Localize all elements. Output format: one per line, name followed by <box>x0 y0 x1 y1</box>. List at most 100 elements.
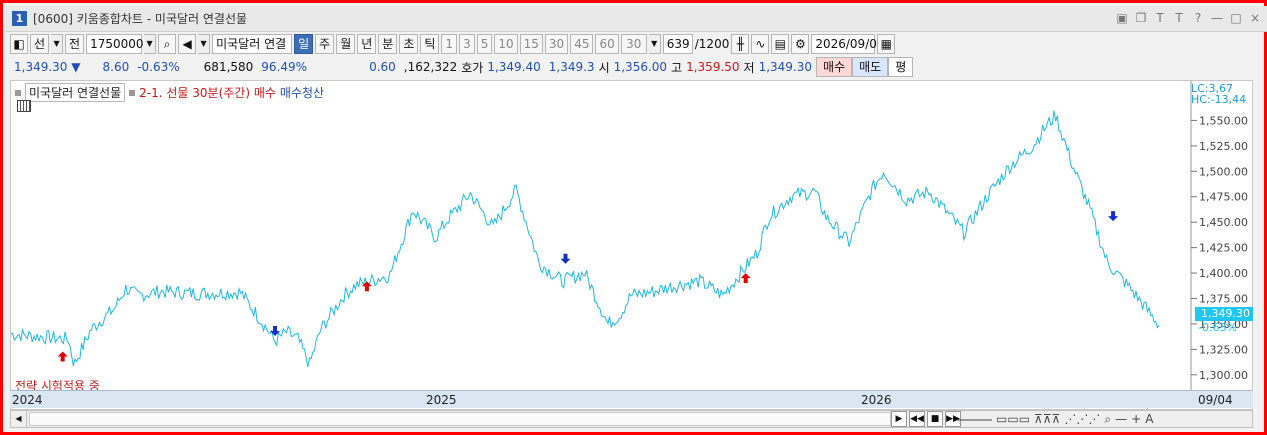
legend-strategy[interactable]: 2-1. 선물 30분(주간) 매수 <box>139 84 276 101</box>
price-line <box>11 110 1160 368</box>
candle-icon[interactable]: ╫ <box>731 34 750 54</box>
down-arrow-icon: ▼ <box>71 60 81 74</box>
gear-icon[interactable]: ⚙ <box>791 34 810 54</box>
low-price: 1,349.30 <box>758 60 813 74</box>
pin-icon[interactable]: T <box>1152 10 1168 26</box>
spread-value: 0.60 <box>369 60 396 74</box>
buy-signal-arrow <box>740 273 751 284</box>
buy-button[interactable]: 매수 <box>816 57 853 77</box>
calendar-icon[interactable]: ▦ <box>877 34 896 54</box>
copy-window-icon[interactable]: ❐ <box>1133 10 1149 26</box>
legend-signal[interactable]: 매수청산 <box>280 84 324 101</box>
product-name-field[interactable]: 미국달러 연결 <box>212 34 293 54</box>
bars-input[interactable]: 639 <box>662 34 693 54</box>
zoom-plus-button[interactable]: + <box>1131 412 1141 427</box>
y-tick-label: 1,425.00 <box>1199 242 1248 255</box>
hc-value: HC:-13,44 <box>1191 93 1247 106</box>
y-tick-label: 1,450.00 <box>1199 216 1248 229</box>
sell-signal-arrow <box>1108 211 1119 222</box>
price-chart[interactable]: 1,300.00 1,325.00 1,350.00 1,375.00 1,400.00… <box>10 80 1253 410</box>
jeon-button[interactable]: 전 <box>65 34 85 54</box>
help-icon[interactable]: ? <box>1190 10 1206 26</box>
open-label: 시 <box>598 60 610 75</box>
interval-15[interactable]: 15 <box>519 34 543 54</box>
chevron-down-icon[interactable]: ▼ <box>51 34 64 54</box>
interval-45[interactable]: 45 <box>570 34 594 54</box>
line-tools-icon[interactable]: ⋰⋰⋰ <box>1064 412 1100 427</box>
layout-icon[interactable]: ▣ <box>1114 10 1130 26</box>
close-icon[interactable]: × <box>1247 10 1263 26</box>
volume: 681,580 <box>203 60 254 74</box>
tab-week[interactable]: 주 <box>315 34 335 54</box>
price-chart-svg: 1,300.001,325.001,350.001,375.001,400.00… <box>11 81 1248 391</box>
zoom-in-icon[interactable]: ⌕ <box>1104 412 1111 427</box>
calculator-icon[interactable] <box>17 100 31 112</box>
chevron-down-icon[interactable]: ▼ <box>198 34 211 54</box>
tab-month[interactable]: 월 <box>336 34 356 54</box>
legend-square-icon <box>129 89 136 96</box>
rewind-icon[interactable]: ◀◀ <box>909 411 925 427</box>
code-input[interactable]: 17500000 <box>86 34 151 54</box>
scroll-thumb[interactable] <box>29 412 891 426</box>
high-label: 고 <box>671 60 683 75</box>
maximize-icon[interactable]: □ <box>1228 10 1244 26</box>
search-icon[interactable]: ⌕ <box>158 34 177 54</box>
layout-tools-icon[interactable]: ▭▭▭ <box>996 412 1030 427</box>
interval-10[interactable]: 10 <box>494 34 518 54</box>
font-icon[interactable]: T <box>1171 10 1187 26</box>
current-price: 1,349.30 ▼ <box>14 60 81 74</box>
buy-signal-arrow <box>361 281 372 292</box>
tab-tick[interactable]: 틱 <box>420 34 440 54</box>
hoga-label: 호가 <box>461 60 484 75</box>
minimize-icon[interactable]: — <box>1209 10 1225 26</box>
save-icon[interactable]: ▤ <box>771 34 790 54</box>
chart-settings-icon[interactable]: ◧ <box>10 34 28 54</box>
date-label-2025: 2025 <box>426 393 457 407</box>
y-tick-label: 1,475.00 <box>1199 191 1248 204</box>
hoga-bid: 1,349.3 <box>548 60 595 74</box>
high-price: 1,359.50 <box>686 60 740 74</box>
sell-signal-arrow <box>560 253 571 264</box>
bars-total: /1200 <box>694 37 730 51</box>
chart-toolbar: ◧ 선 ▼ 전 17500000 ▼ ⌕ ◀ ▼ 미국달러 연결 일 주 월 년 분 … <box>10 33 896 55</box>
play-icon[interactable]: ▶ <box>891 411 907 427</box>
count-input[interactable]: 30 <box>620 34 647 54</box>
interval-3[interactable]: 3 <box>459 34 475 54</box>
interval-60[interactable]: 60 <box>595 34 619 54</box>
tab-second[interactable]: 초 <box>399 34 419 54</box>
window-number[interactable]: 1 <box>12 11 27 26</box>
interval-1[interactable]: 1 <box>441 34 458 54</box>
font-size-icon[interactable]: A <box>1145 412 1153 427</box>
y-tick-label: 1,525.00 <box>1199 140 1248 153</box>
chart-scrollbar[interactable]: ◀ ▶ ◀◀ ■ ▶▶ ⎯⎯⎯⎯⎯⎯ ▭▭▭ ⊼⊼⊼ ⋰⋰⋰ ⌕ — + A <box>10 410 1253 428</box>
indicator-icon[interactable]: ∿ <box>751 34 770 54</box>
chevron-down-icon[interactable]: ▼ <box>648 34 661 54</box>
drawing-tools-icon[interactable]: ⊼⊼⊼ <box>1034 412 1060 427</box>
playback-controls: ▶ ◀◀ ■ ▶▶ <box>891 411 961 427</box>
interval-5[interactable]: 5 <box>476 34 493 54</box>
speaker-icon[interactable]: ◀ <box>178 34 197 54</box>
date-axis: 2024 2025 2026 09/04 <box>10 390 1253 408</box>
sell-button[interactable]: 매도 <box>852 57 889 77</box>
eval-button[interactable]: 평 <box>888 57 914 77</box>
interval-30[interactable]: 30 <box>544 34 569 54</box>
tab-minute[interactable]: 분 <box>378 34 398 54</box>
date-input[interactable]: 2026/09/04 <box>811 34 885 54</box>
last-change: -0.63% <box>1198 321 1237 334</box>
date-label-2024: 2024 <box>12 393 43 407</box>
stop-icon[interactable]: ■ <box>927 411 943 427</box>
legend-series[interactable]: 미국달러 연결선물 <box>25 83 126 102</box>
chevron-down-icon[interactable]: ▼ <box>144 34 157 54</box>
scroll-left-icon[interactable]: ◀ <box>11 411 27 427</box>
tab-year[interactable]: 년 <box>357 34 377 54</box>
tab-day[interactable]: 일 <box>294 34 314 54</box>
legend-square-icon <box>15 89 21 96</box>
hoga-ask: 1,349.40 <box>487 60 541 74</box>
low-label: 저 <box>743 60 755 75</box>
zoom-slider[interactable]: ⎯⎯⎯⎯⎯⎯ <box>956 412 992 427</box>
title-buttons: ▣ ❐ T T ? — □ × <box>1114 10 1263 26</box>
period-select[interactable]: 선 <box>30 34 50 54</box>
quote-bar: 1,349.30 ▼ 8.60 -0.63% 681,580 96.49% 0.… <box>10 57 1245 77</box>
volume-percent: 96.49% <box>261 60 308 74</box>
zoom-out-button[interactable]: — <box>1115 412 1127 427</box>
